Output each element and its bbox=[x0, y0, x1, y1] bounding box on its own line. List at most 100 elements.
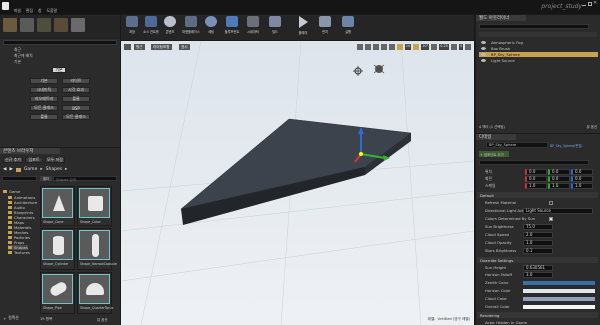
rotation-snap-icon[interactable] bbox=[413, 44, 420, 50]
add-new-button[interactable]: 신규 추가 bbox=[3, 157, 23, 163]
class-visual-effects-button[interactable]: 시각 효과 bbox=[62, 87, 90, 93]
show-button[interactable]: 표시 bbox=[179, 44, 190, 50]
toolbar-content-button[interactable]: 콘텐츠 bbox=[161, 15, 179, 35]
outliner-search-field[interactable] bbox=[479, 24, 589, 29]
toolbar-build-button[interactable]: 빌드 bbox=[266, 15, 284, 35]
outliner-row-selected[interactable]: BP_Sky_Sphere bbox=[479, 52, 598, 57]
rotation-y-field[interactable]: 0.0 bbox=[548, 175, 570, 182]
overall-color-swatch[interactable] bbox=[523, 304, 595, 309]
minimize-button[interactable] bbox=[582, 2, 586, 6]
translate-tool-icon[interactable] bbox=[356, 44, 363, 50]
location-y-field[interactable]: 0.0 bbox=[548, 168, 570, 175]
grid-snap-icon[interactable] bbox=[396, 44, 403, 50]
back-arrow-icon[interactable]: ◀ bbox=[3, 167, 6, 172]
paint-mode-icon[interactable] bbox=[20, 18, 34, 32]
default-section-header[interactable]: Default bbox=[477, 192, 598, 198]
scale-tool-icon[interactable] bbox=[372, 44, 379, 50]
content-browser-tab[interactable]: 콘텐츠 브라우저 bbox=[0, 148, 60, 154]
scale-snap-value[interactable]: 0.25 bbox=[439, 44, 449, 50]
actor-name-field[interactable]: BP_Sky_Sphere bbox=[486, 142, 548, 148]
visibility-eye-icon[interactable] bbox=[481, 47, 486, 50]
colors-by-sun-checkbox[interactable] bbox=[549, 216, 553, 221]
details-search-field[interactable] bbox=[479, 160, 589, 165]
scale-x-field[interactable]: 1.0 bbox=[525, 182, 547, 189]
class-basic-button[interactable]: 기본 bbox=[30, 78, 58, 84]
visibility-eye-icon[interactable] bbox=[481, 53, 486, 56]
sun-height-field[interactable]: 0.630561 bbox=[523, 264, 553, 271]
breadcrumb-game[interactable]: Game bbox=[24, 167, 37, 172]
menu-window[interactable]: 창 bbox=[38, 8, 42, 14]
save-all-button[interactable]: 모두 저장 bbox=[45, 157, 65, 163]
location-x-field[interactable]: 0.0 bbox=[525, 168, 547, 175]
asset-tile[interactable]: Shape_Cone bbox=[40, 186, 75, 226]
override-section-header[interactable]: Override Settings bbox=[477, 257, 598, 263]
toolbar-play-button[interactable]: 플레이 bbox=[294, 15, 312, 35]
toolbar-run-button[interactable]: 실행 bbox=[339, 15, 357, 35]
asset-tile[interactable]: Shape_Cube bbox=[77, 186, 112, 226]
horizon-color-swatch[interactable] bbox=[523, 288, 595, 293]
place-apply-button[interactable]: 기본 bbox=[52, 67, 66, 73]
toolbar-blueprint-button[interactable]: 블루프린트 bbox=[223, 15, 241, 35]
class-lights-button[interactable]: 라이트 bbox=[62, 78, 90, 84]
perspective-button[interactable]: 원근 bbox=[134, 44, 145, 50]
toolbar-save-button[interactable]: 저장 bbox=[123, 15, 141, 35]
scale-snap-icon[interactable] bbox=[431, 44, 438, 50]
view-options-button[interactable]: 뷰 옵션 bbox=[97, 317, 107, 322]
outliner-view-options[interactable]: 뷰 옵션 bbox=[587, 124, 597, 130]
class-volumes-button[interactable]: 볼륨 bbox=[62, 96, 90, 102]
outliner-row[interactable]: Box Brush bbox=[479, 46, 598, 51]
rendering-section-header[interactable]: Rendering bbox=[477, 312, 598, 318]
outliner-row[interactable]: Light Source bbox=[479, 58, 598, 63]
geometry-mode-icon[interactable] bbox=[71, 18, 85, 32]
grid-snap-value[interactable]: 10 bbox=[404, 44, 412, 50]
world-outliner-tab[interactable]: 월드 아웃라이너 bbox=[476, 15, 526, 21]
breadcrumb-shapes[interactable]: Shapes bbox=[46, 167, 62, 172]
toolbar-settings-button[interactable]: 세팅 bbox=[202, 15, 220, 35]
visibility-eye-icon[interactable] bbox=[481, 59, 486, 62]
import-button[interactable]: 임포트 bbox=[25, 157, 43, 163]
asset-tile[interactable]: Shape_NarrowCapsule bbox=[77, 228, 117, 270]
class-all-button[interactable]: 모든 클래스 bbox=[30, 105, 58, 111]
maximize-button[interactable] bbox=[588, 2, 592, 6]
filters-button[interactable]: 필터 bbox=[40, 176, 52, 181]
toolbar-cinematics-button[interactable]: 시네마틱 bbox=[244, 15, 262, 35]
cloud-speed-field[interactable]: 2.0 bbox=[523, 231, 553, 238]
folder-search-field[interactable] bbox=[2, 176, 37, 181]
toolbar-marketplace-button[interactable]: 마켓플레이스 bbox=[182, 15, 200, 35]
location-z-field[interactable]: 0.0 bbox=[571, 168, 593, 175]
zenith-color-swatch[interactable] bbox=[523, 280, 595, 285]
directional-light-dropdown[interactable]: Light Source bbox=[523, 207, 593, 214]
edit-blueprint-link[interactable]: BP_Sky_Sphere(편집) bbox=[550, 143, 583, 148]
rotation-x-field[interactable]: 0.0 bbox=[525, 175, 547, 182]
asset-search-field[interactable]: Shapes 검색 bbox=[53, 176, 117, 182]
stars-brightness-field[interactable]: 0.1 bbox=[523, 247, 553, 254]
camera-speed-value[interactable]: 4 bbox=[458, 44, 463, 50]
forward-arrow-icon[interactable]: ▶ bbox=[9, 167, 12, 172]
level-viewport[interactable]: 원근 라이팅포함 표시 10 10° 0.25 4 레벨: Untitled (… bbox=[121, 41, 474, 325]
folder-game[interactable]: Game bbox=[3, 189, 20, 194]
place-mode-icon[interactable] bbox=[3, 18, 17, 32]
visibility-eye-icon[interactable] bbox=[481, 41, 486, 44]
lit-mode-button[interactable]: 라이팅포함 bbox=[151, 44, 172, 50]
world-space-icon[interactable] bbox=[380, 44, 387, 50]
landscape-mode-icon[interactable] bbox=[37, 18, 51, 32]
class-geometry-button[interactable]: 지오메트리 bbox=[30, 96, 58, 102]
cloud-opacity-field[interactable]: 1.0 bbox=[523, 239, 553, 246]
asset-tile[interactable]: Shape_Cylinder bbox=[40, 228, 75, 270]
outliner-row[interactable]: Atmospheric Fog bbox=[479, 40, 598, 45]
scale-y-field[interactable]: 1.0 bbox=[548, 182, 570, 189]
menu-help[interactable]: 도움말 bbox=[47, 8, 57, 14]
class-extra-button[interactable]: 볼륨 bbox=[30, 114, 58, 120]
collections-button[interactable]: + 컬렉션 bbox=[3, 315, 19, 321]
surface-snap-icon[interactable] bbox=[388, 44, 395, 50]
toolbar-source-control-button[interactable]: 소스 컨트롤 bbox=[142, 15, 160, 35]
class-extra2-button[interactable]: 모든 클래스 bbox=[62, 114, 90, 120]
asset-tile[interactable]: Shape_QuarterTorus bbox=[77, 272, 113, 314]
cloud-color-swatch[interactable] bbox=[523, 296, 595, 301]
refresh-material-checkbox[interactable] bbox=[549, 200, 553, 205]
category-basic[interactable]: 기본 bbox=[14, 58, 21, 66]
rotation-z-field[interactable]: 0.0 bbox=[571, 175, 593, 182]
viewport-options-button[interactable] bbox=[124, 44, 131, 50]
details-tab[interactable]: 디테일 bbox=[476, 134, 516, 140]
sun-brightness-field[interactable]: 75.0 bbox=[523, 223, 553, 230]
